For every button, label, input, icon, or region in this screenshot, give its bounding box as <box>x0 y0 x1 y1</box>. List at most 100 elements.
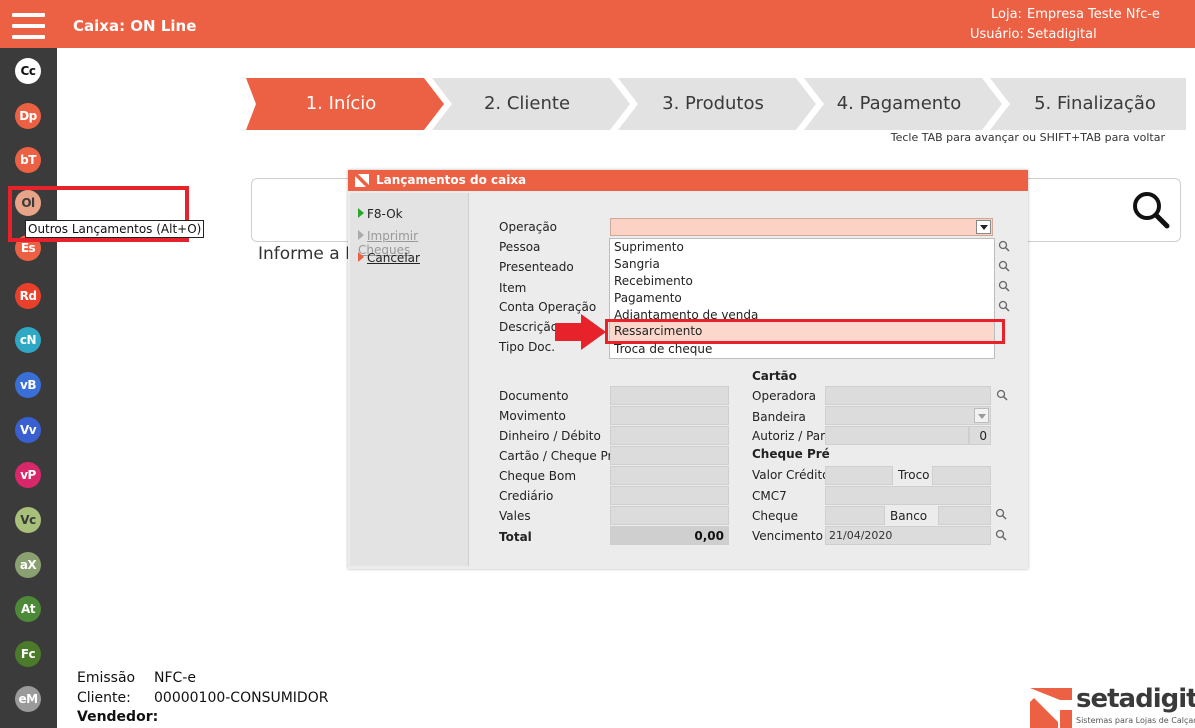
cartao-title: Cartão <box>752 369 797 383</box>
pessoa-label: Pessoa <box>499 240 541 254</box>
sidebar-item-ax[interactable]: aX <box>15 552 41 578</box>
user-label: Usuário: <box>970 27 1024 42</box>
cmc7-field[interactable] <box>825 486 991 505</box>
top-bar: Caixa: ON Line Loja: Empresa Teste Nfc-e… <box>0 0 1195 48</box>
sidebar-item-bt[interactable]: bT <box>15 147 41 173</box>
f8-ok-action[interactable]: F8-Ok <box>358 207 403 221</box>
autoriz-parc-label: Autoriz / Parc <box>752 429 832 443</box>
dropdown-button[interactable] <box>974 408 989 423</box>
sidebar-item-fc[interactable]: Fc <box>15 641 41 667</box>
option-suprimento[interactable]: Suprimento <box>614 240 684 254</box>
step-5-label: 5. Finalização <box>1034 93 1156 114</box>
play-icon <box>358 252 364 262</box>
option-ressarcimento[interactable]: Ressarcimento <box>610 322 994 341</box>
valor-credito-field[interactable] <box>825 466 893 485</box>
informe-text: Informe a I <box>258 244 351 264</box>
option-ressarcimento-label: Ressarcimento <box>614 324 703 338</box>
vendedor-label: Vendedor: <box>77 709 159 725</box>
vales-label: Vales <box>499 509 531 523</box>
wizard-steps: 1. Início 2. Cliente 3. Produtos 4. Paga… <box>246 78 1186 130</box>
troco-label: Troco <box>898 468 930 482</box>
chevron-down-icon <box>978 414 986 419</box>
logo-text: setadigital <box>1076 684 1195 714</box>
search-icon[interactable] <box>998 280 1010 292</box>
user-value: Setadigital <box>1027 27 1097 42</box>
operadora-field[interactable] <box>825 386 991 405</box>
step-3-label: 3. Produtos <box>662 93 764 114</box>
dinheiro-field[interactable] <box>610 426 729 445</box>
cartao-cheque-field[interactable] <box>610 446 729 465</box>
crediario-field[interactable] <box>610 486 729 505</box>
tooltip: Outros Lançamentos (Alt+O) <box>25 220 205 238</box>
cheque-bom-field[interactable] <box>610 466 729 485</box>
cliente-label: Cliente: <box>77 690 131 706</box>
sidebar-item-dp[interactable]: Dp <box>15 103 41 129</box>
lancamentos-dialog: Lançamentos do caixa F8-Ok Imprimir Cheq… <box>348 170 1028 569</box>
documento-field[interactable] <box>610 386 729 405</box>
search-icon[interactable] <box>998 300 1010 312</box>
operacao-label: Operação <box>499 220 558 234</box>
bandeira-label: Bandeira <box>752 410 806 424</box>
total-value: 0,00 <box>694 529 724 543</box>
banco-field[interactable] <box>938 506 991 525</box>
sidebar-item-vp[interactable]: vP <box>15 462 41 488</box>
sidebar-item-em[interactable]: eM <box>15 686 41 712</box>
dialog-actions-panel: F8-Ok Imprimir Cheques Cancelar <box>350 193 469 566</box>
cheque-field[interactable] <box>825 506 885 525</box>
total-field: 0,00 <box>610 526 729 545</box>
store-label: Loja: <box>991 7 1022 22</box>
hamburger-menu-icon[interactable] <box>12 13 45 40</box>
sidebar-item-cc[interactable]: Cc <box>15 58 41 84</box>
operadora-label: Operadora <box>752 389 816 403</box>
cancelar-action[interactable]: Cancelar <box>358 251 420 265</box>
option-recebimento[interactable]: Recebimento <box>614 274 693 288</box>
search-icon[interactable] <box>996 389 1008 401</box>
vencimento-label: Vencimento <box>752 529 823 543</box>
crediario-label: Crediário <box>499 489 554 503</box>
parc-field[interactable]: 0 <box>969 426 991 445</box>
presenteado-label: Presenteado <box>499 260 574 274</box>
search-icon[interactable] <box>998 260 1010 272</box>
sidebar-item-cn[interactable]: cN <box>15 327 41 353</box>
movimento-field[interactable] <box>610 406 729 425</box>
total-label: Total <box>499 530 532 544</box>
descricao-label: Descrição <box>499 320 559 334</box>
sidebar-item-vb[interactable]: vB <box>15 372 41 398</box>
app-logo-icon <box>355 174 369 187</box>
dialog-title: Lançamentos do caixa <box>376 173 527 187</box>
sidebar-item-vv[interactable]: Vv <box>15 417 41 443</box>
cheque-label: Cheque <box>752 509 798 523</box>
search-icon[interactable] <box>1132 191 1170 229</box>
emissao-value: NFC-e <box>154 670 196 686</box>
sidebar-item-rd[interactable]: Rd <box>15 283 41 309</box>
option-troca-cheque[interactable]: Troca de cheque <box>614 342 712 356</box>
bandeira-select[interactable] <box>825 406 991 425</box>
search-icon[interactable] <box>995 508 1007 520</box>
cheque-pre-title: Cheque Pré <box>752 447 830 461</box>
item-label: Item <box>499 281 527 295</box>
dialog-header: Lançamentos do caixa <box>348 170 1028 191</box>
chevron-down-icon <box>980 225 988 230</box>
sidebar-item-at[interactable]: At <box>15 596 41 622</box>
documento-label: Documento <box>499 389 569 403</box>
search-icon[interactable] <box>998 240 1010 252</box>
search-icon[interactable] <box>995 529 1007 541</box>
autoriz-field[interactable] <box>825 426 969 445</box>
option-pagamento[interactable]: Pagamento <box>614 291 682 305</box>
navigation-hint: Tecle TAB para avançar ou SHIFT+TAB para… <box>890 131 1165 144</box>
option-sangria[interactable]: Sangria <box>614 257 660 271</box>
vales-field[interactable] <box>610 506 729 525</box>
arrow-right-icon <box>555 314 606 350</box>
dropdown-button[interactable] <box>976 220 991 234</box>
app-title: Caixa: ON Line <box>73 17 197 35</box>
sidebar-item-vc[interactable]: Vc <box>15 507 41 533</box>
operacao-select[interactable] <box>610 218 993 236</box>
tipo-doc-label: Tipo Doc. <box>499 340 556 354</box>
banco-label: Banco <box>890 509 928 523</box>
vencimento-field[interactable]: 21/04/2020 <box>825 526 991 545</box>
operacao-dropdown-list: Suprimento Sangria Recebimento Pagamento… <box>605 238 1005 359</box>
troco-field[interactable] <box>932 466 991 485</box>
cheque-bom-label: Cheque Bom <box>499 469 577 483</box>
cartao-cheque-label: Cartão / Cheque Pré <box>499 449 620 463</box>
step-2-label: 2. Cliente <box>483 93 571 114</box>
